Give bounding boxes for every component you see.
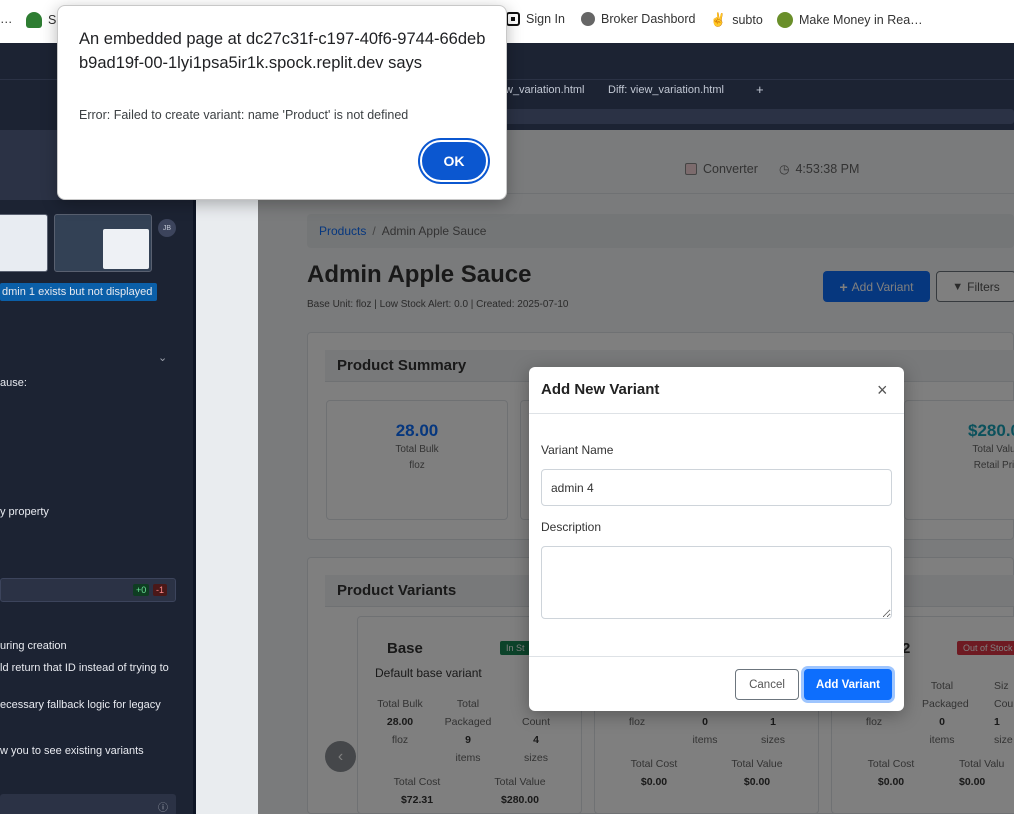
chat-input[interactable]: ⓘ bbox=[0, 794, 176, 814]
globe-icon bbox=[581, 12, 595, 26]
submit-add-variant-button[interactable]: Add Variant bbox=[804, 669, 892, 700]
cancel-button[interactable]: Cancel bbox=[735, 669, 799, 700]
chat-line-2: y property bbox=[0, 506, 49, 518]
avatar: JB bbox=[158, 219, 176, 237]
app-sidebar-gutter bbox=[196, 130, 258, 814]
modal-title: Add New Variant bbox=[541, 381, 660, 398]
peace-hand-icon: ✌ bbox=[710, 12, 727, 27]
diff-removed-count: -1 bbox=[153, 584, 168, 596]
screenshot-thumbnail-1[interactable] bbox=[0, 214, 48, 272]
variant-name-label: Variant Name bbox=[541, 443, 614, 457]
ai-chat-sidebar: JB dmin 1 exists but not displayed ⌄ aus… bbox=[0, 130, 195, 814]
ok-button[interactable]: OK bbox=[420, 140, 488, 182]
new-tab-button[interactable]: + bbox=[756, 82, 764, 97]
highlighted-message: dmin 1 exists but not displayed bbox=[0, 283, 158, 301]
chat-line-4: ld return that ID instead of trying to bbox=[0, 662, 169, 674]
variant-name-input[interactable] bbox=[541, 469, 892, 506]
info-icon[interactable]: ⓘ bbox=[158, 799, 168, 814]
alert-message: Error: Failed to create variant: name 'P… bbox=[79, 108, 409, 122]
bookmark-ellipsis[interactable]: … bbox=[0, 12, 13, 26]
tab-view-variation[interactable]: w_variation.html bbox=[505, 84, 584, 96]
browser-alert-dialog: An embedded page at dc27c31f-c197-40f6-9… bbox=[57, 5, 507, 200]
tab-diff-view-variation[interactable]: Diff: view_variation.html bbox=[608, 84, 724, 96]
bookmark-broker-dashbord[interactable]: Broker Dashbord bbox=[581, 12, 696, 26]
close-icon[interactable]: × bbox=[877, 381, 888, 399]
webview-url-bar[interactable] bbox=[500, 109, 1014, 124]
bookmark-sign-in[interactable]: Sign In bbox=[506, 12, 565, 26]
modal-header: Add New Variant × bbox=[529, 367, 904, 414]
chat-line-1: ause: bbox=[0, 377, 27, 389]
chat-line-5: ecessary fallback logic for legacy bbox=[0, 699, 161, 711]
description-textarea[interactable] bbox=[541, 546, 892, 619]
chat-line-6: w you to see existing variants bbox=[0, 745, 144, 757]
square-logo-icon bbox=[506, 12, 520, 26]
modal-footer: Cancel Add Variant bbox=[529, 656, 904, 711]
chat-line-3: uring creation bbox=[0, 640, 67, 652]
description-label: Description bbox=[541, 520, 602, 534]
bookmark-make-money[interactable]: Make Money in Rea… bbox=[777, 12, 923, 28]
chevron-down-icon[interactable]: ⌄ bbox=[158, 351, 167, 364]
green-hat-icon bbox=[26, 12, 42, 28]
bookmark-subto[interactable]: ✌ subto bbox=[710, 12, 763, 28]
add-variant-modal: Add New Variant × Variant Name Descripti… bbox=[529, 367, 904, 711]
screenshot-thumbnail-2[interactable] bbox=[54, 214, 152, 272]
file-diff-summary[interactable] bbox=[0, 578, 176, 602]
frog-icon bbox=[777, 12, 793, 28]
alert-title: An embedded page at dc27c31f-c197-40f6-9… bbox=[79, 30, 486, 72]
diff-added-count: +0 bbox=[133, 584, 150, 596]
